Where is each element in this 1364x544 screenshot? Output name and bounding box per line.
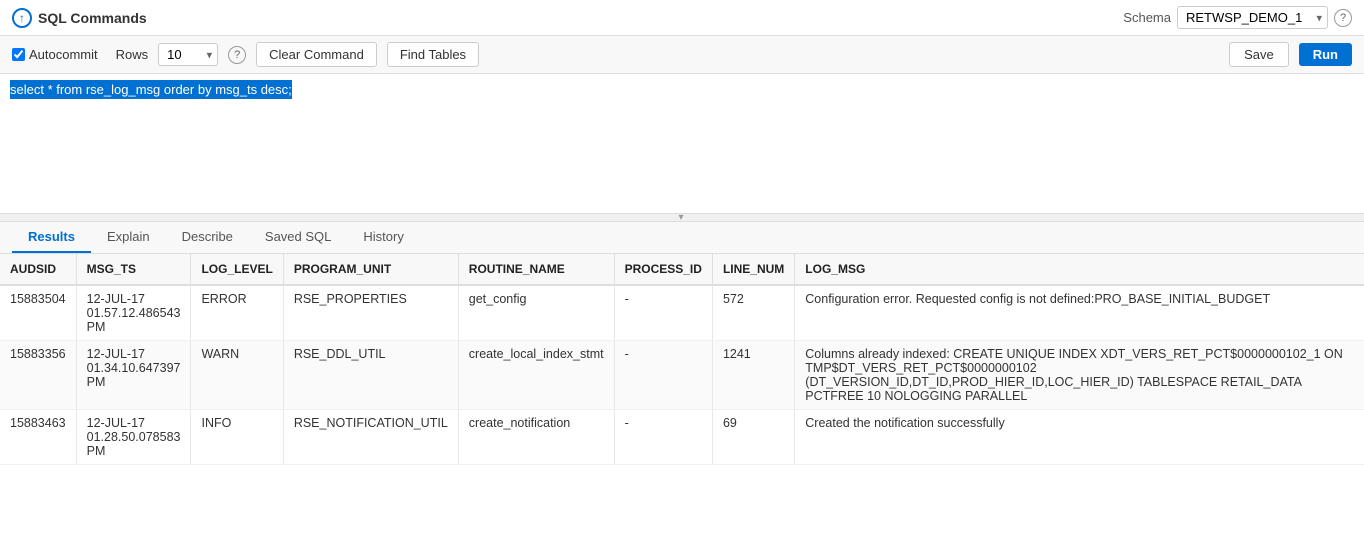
cell-log-msg: Created the notification successfully: [795, 410, 1364, 465]
autocommit-checkbox[interactable]: [12, 48, 25, 61]
table-header: AUDSID MSG_TS LOG_LEVEL PROGRAM_UNIT ROU…: [0, 254, 1364, 285]
sql-text[interactable]: select * from rse_log_msg order by msg_t…: [10, 80, 292, 99]
table-row: 15883504 12-JUL-17 01.57.12.486543 PM ER…: [0, 285, 1364, 341]
cell-log-msg: Columns already indexed: CREATE UNIQUE I…: [795, 341, 1364, 410]
results-area: AUDSID MSG_TS LOG_LEVEL PROGRAM_UNIT ROU…: [0, 254, 1364, 544]
toolbar-help-icon[interactable]: ?: [228, 46, 246, 64]
tabs-bar: Results Explain Describe Saved SQL Histo…: [0, 222, 1364, 254]
table-row: 15883356 12-JUL-17 01.34.10.647397 PM WA…: [0, 341, 1364, 410]
page-title-area: ↑ SQL Commands: [12, 8, 1115, 28]
cell-audsid: 15883463: [0, 410, 76, 465]
autocommit-area: Autocommit: [12, 47, 98, 62]
cell-msg-ts: 12-JUL-17 01.34.10.647397 PM: [76, 341, 191, 410]
page-title: SQL Commands: [38, 10, 147, 26]
cell-program-unit: RSE_PROPERTIES: [283, 285, 458, 341]
sql-editor[interactable]: select * from rse_log_msg order by msg_t…: [0, 74, 1364, 214]
tab-history[interactable]: History: [347, 222, 419, 253]
save-button[interactable]: Save: [1229, 42, 1289, 67]
col-line-num: LINE_NUM: [712, 254, 794, 285]
top-bar: ↑ SQL Commands Schema RETWSP_DEMO_1 ?: [0, 0, 1364, 36]
cell-process-id: -: [614, 285, 712, 341]
run-button[interactable]: Run: [1299, 43, 1352, 66]
col-program-unit: PROGRAM_UNIT: [283, 254, 458, 285]
toolbar: Autocommit Rows 10 25 50 100 ? Clear Com…: [0, 36, 1364, 74]
cell-audsid: 15883504: [0, 285, 76, 341]
cell-routine-name: create_notification: [458, 410, 614, 465]
tab-describe[interactable]: Describe: [166, 222, 249, 253]
rows-select[interactable]: 10 25 50 100: [158, 43, 218, 66]
cell-log-msg: Configuration error. Requested config is…: [795, 285, 1364, 341]
schema-select[interactable]: RETWSP_DEMO_1: [1177, 6, 1328, 29]
results-table: AUDSID MSG_TS LOG_LEVEL PROGRAM_UNIT ROU…: [0, 254, 1364, 465]
cell-process-id: -: [614, 341, 712, 410]
col-log-msg: LOG_MSG: [795, 254, 1364, 285]
rows-select-wrapper[interactable]: 10 25 50 100: [158, 43, 218, 66]
topbar-help-icon[interactable]: ?: [1334, 9, 1352, 27]
col-audsid: AUDSID: [0, 254, 76, 285]
table-header-row: AUDSID MSG_TS LOG_LEVEL PROGRAM_UNIT ROU…: [0, 254, 1364, 285]
tab-results[interactable]: Results: [12, 222, 91, 253]
cell-msg-ts: 12-JUL-17 01.57.12.486543 PM: [76, 285, 191, 341]
clear-command-button[interactable]: Clear Command: [256, 42, 377, 67]
table-body: 15883504 12-JUL-17 01.57.12.486543 PM ER…: [0, 285, 1364, 465]
cell-msg-ts: 12-JUL-17 01.28.50.078583 PM: [76, 410, 191, 465]
resize-handle[interactable]: ▾: [0, 214, 1364, 222]
cell-routine-name: create_local_index_stmt: [458, 341, 614, 410]
col-process-id: PROCESS_ID: [614, 254, 712, 285]
cell-line-num: 69: [712, 410, 794, 465]
rows-label: Rows: [116, 47, 149, 62]
autocommit-label: Autocommit: [29, 47, 98, 62]
tab-explain[interactable]: Explain: [91, 222, 166, 253]
col-log-level: LOG_LEVEL: [191, 254, 283, 285]
cell-audsid: 15883356: [0, 341, 76, 410]
page-container: ↑ SQL Commands Schema RETWSP_DEMO_1 ? Au…: [0, 0, 1364, 544]
tab-saved-sql[interactable]: Saved SQL: [249, 222, 348, 253]
col-msg-ts: MSG_TS: [76, 254, 191, 285]
cell-log-level: WARN: [191, 341, 283, 410]
schema-area: Schema RETWSP_DEMO_1 ?: [1123, 6, 1352, 29]
cell-log-level: ERROR: [191, 285, 283, 341]
cell-log-level: INFO: [191, 410, 283, 465]
table-row: 15883463 12-JUL-17 01.28.50.078583 PM IN…: [0, 410, 1364, 465]
schema-label: Schema: [1123, 10, 1171, 25]
sql-commands-icon: ↑: [12, 8, 32, 28]
cell-program-unit: RSE_NOTIFICATION_UTIL: [283, 410, 458, 465]
cell-process-id: -: [614, 410, 712, 465]
find-tables-button[interactable]: Find Tables: [387, 42, 479, 67]
schema-select-wrapper[interactable]: RETWSP_DEMO_1: [1177, 6, 1328, 29]
cell-routine-name: get_config: [458, 285, 614, 341]
col-routine-name: ROUTINE_NAME: [458, 254, 614, 285]
cell-line-num: 1241: [712, 341, 794, 410]
cell-line-num: 572: [712, 285, 794, 341]
cell-program-unit: RSE_DDL_UTIL: [283, 341, 458, 410]
